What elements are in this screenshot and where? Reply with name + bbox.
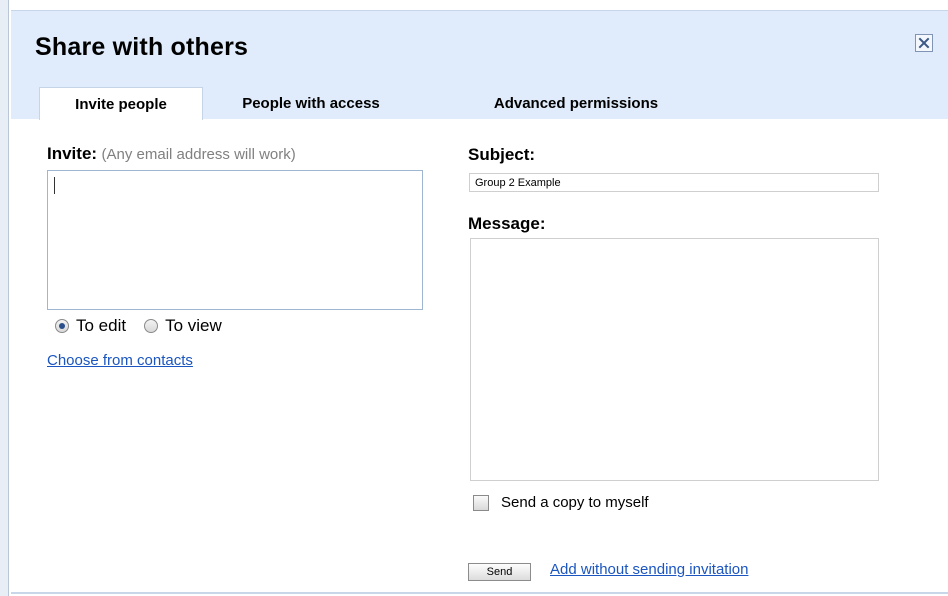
tab-people-with-access[interactable]: People with access xyxy=(221,87,401,119)
invite-label-text: Invite: xyxy=(47,144,98,163)
tab-label: Advanced permissions xyxy=(493,94,659,112)
send-copy-label[interactable]: Send a copy to myself xyxy=(501,494,649,511)
invite-email-input[interactable] xyxy=(47,170,423,310)
message-textarea[interactable] xyxy=(470,238,879,481)
tab-invite-people[interactable]: Invite people xyxy=(39,87,203,120)
to-view-radio[interactable] xyxy=(144,319,159,333)
invite-label: Invite: (Any email address will work) xyxy=(47,144,296,164)
subject-input[interactable] xyxy=(469,173,879,192)
send-copy-checkbox[interactable] xyxy=(473,494,489,511)
to-view-label[interactable]: To view xyxy=(165,316,222,336)
tab-label: People with access xyxy=(242,94,380,112)
background-window-edge xyxy=(0,0,9,596)
share-dialog: Share with others Invite people People w… xyxy=(11,10,948,594)
send-copy-row: Send a copy to myself xyxy=(473,494,649,511)
invite-hint: (Any email address will work) xyxy=(101,146,296,163)
dialog-title: Share with others xyxy=(35,33,249,61)
tab-label: Invite people xyxy=(75,95,167,113)
to-edit-label[interactable]: To edit xyxy=(76,316,126,336)
tab-bar: Invite people People with access Advance… xyxy=(11,87,948,120)
text-caret xyxy=(54,177,55,194)
message-label: Message: xyxy=(468,214,546,233)
dialog-header: Share with others Invite people People w… xyxy=(11,11,948,120)
close-x-icon xyxy=(918,37,930,49)
send-button[interactable]: Send xyxy=(468,563,531,581)
to-edit-radio[interactable] xyxy=(55,319,69,333)
choose-from-contacts-link[interactable]: Choose from contacts xyxy=(47,352,193,369)
page: Share with others Invite people People w… xyxy=(0,0,948,596)
tab-advanced-permissions[interactable]: Advanced permissions xyxy=(471,87,681,119)
subject-label: Subject: xyxy=(468,145,536,164)
close-button[interactable] xyxy=(915,34,933,52)
add-without-sending-link[interactable]: Add without sending invitation xyxy=(550,561,748,578)
permission-radio-group: To edit To view xyxy=(55,316,240,336)
